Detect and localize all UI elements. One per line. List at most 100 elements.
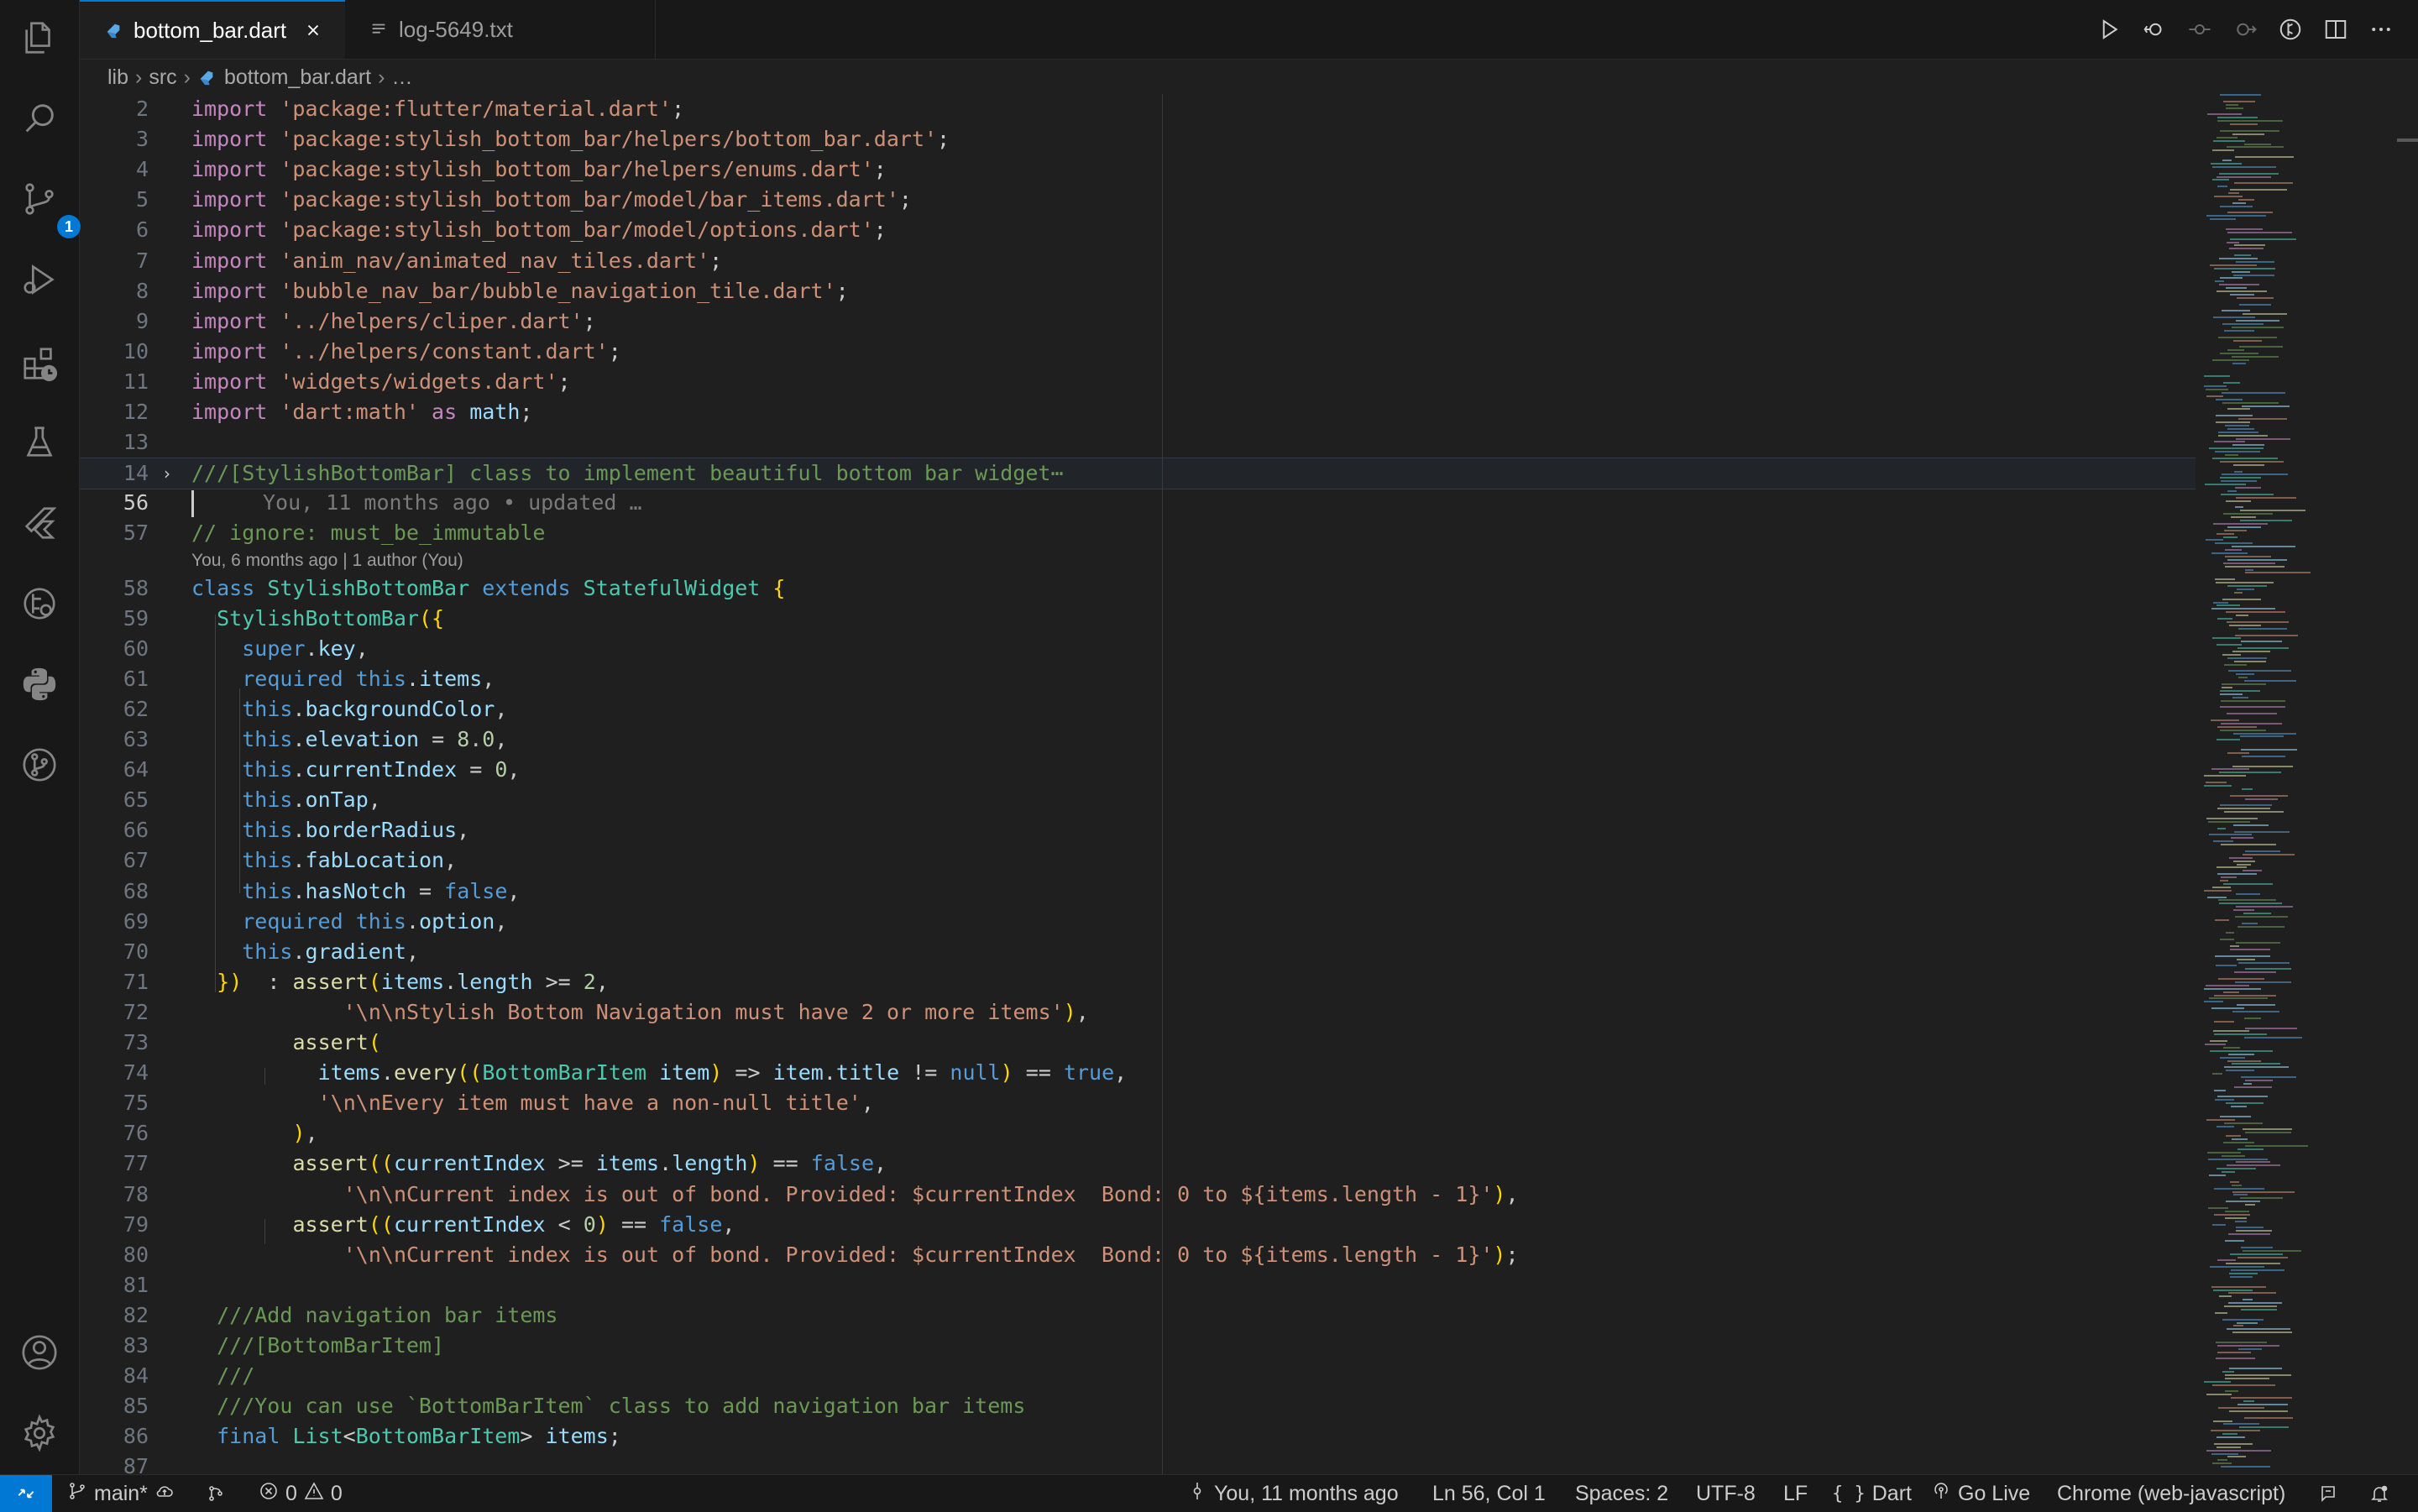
code-line[interactable]: 75 '\n\nEvery item must have a non-null …: [80, 1088, 2196, 1118]
go-live-button[interactable]: Go Live: [1931, 1475, 2030, 1512]
indentation[interactable]: Spaces: 2: [1575, 1475, 1668, 1512]
open-changes-icon[interactable]: [2138, 12, 2171, 47]
minimap-row: [2220, 129, 2279, 132]
code-line[interactable]: 69 required this.option,: [80, 907, 2196, 937]
code-line[interactable]: 65 this.onTap,: [80, 785, 2196, 815]
code-line[interactable]: 64 this.currentIndex = 0,: [80, 755, 2196, 785]
minimap-row: [2232, 362, 2246, 364]
breadcrumb-file[interactable]: bottom_bar.dart: [224, 65, 371, 90]
minimap-row: [2220, 353, 2258, 355]
source-control-icon[interactable]: 1: [18, 178, 81, 238]
code-line[interactable]: 68 this.hasNotch = false,: [80, 876, 2196, 907]
code-line[interactable]: 58 class StylishBottomBar extends Statefu…: [80, 573, 2196, 604]
code-line[interactable]: 2 import 'package:flutter/material.dart';: [80, 94, 2196, 124]
code-line[interactable]: 85 ///You can use `BottomBarItem` class …: [80, 1391, 2196, 1421]
code-line[interactable]: 11 import 'widgets/widgets.dart';: [80, 367, 2196, 397]
code-line[interactable]: 71 }) : assert(items.length >= 2,: [80, 967, 2196, 997]
python-icon[interactable]: [18, 663, 60, 705]
code-line[interactable]: 80 '\n\nCurrent index is out of bond. Pr…: [80, 1240, 2196, 1270]
code-line[interactable]: 4 import 'package:stylish_bottom_bar/help…: [80, 154, 2196, 185]
run-debug-icon[interactable]: [18, 259, 60, 301]
code-line[interactable]: 74 items.every((BottomBarItem item) => i…: [80, 1058, 2196, 1088]
git-blame-status[interactable]: You, 11 months ago: [1187, 1475, 1399, 1512]
code-line[interactable]: 14 › ///[StylishBottomBar] class to implem…: [80, 458, 2196, 490]
timeline-icon[interactable]: [18, 583, 60, 625]
minimap-row: [2226, 611, 2285, 614]
code-line[interactable]: 66 this.borderRadius,: [80, 815, 2196, 845]
code-line[interactable]: 82 ///Add navigation bar items: [80, 1300, 2196, 1331]
settings-gear-icon[interactable]: [18, 1412, 60, 1454]
code-line[interactable]: 72 '\n\nStylish Bottom Navigation must h…: [80, 997, 2196, 1028]
tab-log-file[interactable]: log-5649.txt: [345, 0, 656, 59]
feedback-icon[interactable]: [2319, 1475, 2339, 1512]
problems-indicator[interactable]: 0 0: [259, 1475, 343, 1512]
code-line[interactable]: 7 import 'anim_nav/animated_nav_tiles.dar…: [80, 246, 2196, 276]
flutter-icon[interactable]: [18, 502, 60, 544]
minimap-row: [2218, 434, 2268, 437]
code-line[interactable]: 6 import 'package:stylish_bottom_bar/mode…: [80, 215, 2196, 245]
code-line[interactable]: 12 import 'dart:math' as math;: [80, 397, 2196, 427]
previous-change-icon[interactable]: [2183, 12, 2216, 47]
code-line[interactable]: 60 super.key,: [80, 634, 2196, 664]
line-text: import 'dart:math' as math;: [191, 400, 533, 424]
breadcrumb-symbol[interactable]: …: [391, 65, 412, 90]
minimap-row: [2223, 1142, 2254, 1143]
code-line[interactable]: 13: [80, 427, 2196, 458]
code-line[interactable]: 5 import 'package:stylish_bottom_bar/mode…: [80, 185, 2196, 215]
branch-indicator[interactable]: main*: [67, 1475, 175, 1512]
breadcrumb-src[interactable]: src: [149, 65, 176, 90]
code-line[interactable]: 81: [80, 1270, 2196, 1300]
code-line[interactable]: 61 required this.items,: [80, 664, 2196, 694]
cursor-position[interactable]: Ln 56, Col 1: [1432, 1475, 1546, 1512]
explorer-icon[interactable]: [18, 17, 60, 59]
code-line[interactable]: 3 import 'package:stylish_bottom_bar/help…: [80, 124, 2196, 154]
code-line[interactable]: 77 assert((currentIndex >= items.length)…: [80, 1148, 2196, 1179]
fold-chevron-icon[interactable]: ›: [164, 458, 170, 489]
scrollbar-thumb[interactable]: [2397, 139, 2418, 142]
code-line[interactable]: 10 import '../helpers/constant.dart';: [80, 337, 2196, 367]
code-line[interactable]: 70 this.gradient,: [80, 937, 2196, 967]
split-editor-icon[interactable]: [2319, 12, 2353, 47]
code-line[interactable]: 83 ///[BottomBarItem]: [80, 1331, 2196, 1361]
extensions-icon[interactable]: [18, 343, 60, 385]
device-selector[interactable]: Chrome (web-javascript): [2057, 1475, 2285, 1512]
next-change-icon[interactable]: [2228, 12, 2262, 47]
breadcrumb-lib[interactable]: lib: [107, 65, 128, 90]
code-line[interactable]: 79 assert((currentIndex < 0) == false,: [80, 1210, 2196, 1240]
code-line[interactable]: 59 StylishBottomBar({: [80, 604, 2196, 634]
code-line[interactable]: 9 import '../helpers/cliper.dart';: [80, 306, 2196, 337]
code-line[interactable]: 73 assert(: [80, 1028, 2196, 1058]
code-editor[interactable]: 2 import 'package:flutter/material.dart';…: [80, 94, 2196, 1478]
tab-bottom-bar-dart[interactable]: bottom_bar.dart: [80, 0, 345, 59]
minimap-row: [2237, 1404, 2288, 1405]
minimap-row: [2204, 987, 2261, 990]
account-icon[interactable]: [18, 1332, 60, 1373]
code-line[interactable]: 67 this.fabLocation,: [80, 845, 2196, 876]
code-line[interactable]: 86 final List<BottomBarItem> items;: [80, 1421, 2196, 1452]
notifications-bell-icon[interactable]: [2369, 1475, 2389, 1512]
code-line[interactable]: 76 ),: [80, 1118, 2196, 1148]
code-line[interactable]: 8 import 'bubble_nav_bar/bubble_navigatio…: [80, 276, 2196, 306]
codelens-blame[interactable]: You, 6 months ago | 1 author (You): [191, 551, 463, 571]
minimap-row: [2222, 653, 2241, 656]
minimap[interactable]: [2196, 94, 2397, 1474]
git-graph-icon[interactable]: [18, 744, 60, 786]
language-mode[interactable]: { } Dart: [1832, 1475, 1912, 1512]
code-line[interactable]: 84 ///: [80, 1361, 2196, 1391]
search-icon[interactable]: [18, 97, 60, 139]
end-of-line[interactable]: LF: [1783, 1475, 1808, 1512]
encoding[interactable]: UTF-8: [1696, 1475, 1756, 1512]
code-line[interactable]: 63 this.elevation = 8.0,: [80, 725, 2196, 755]
git-compare-icon[interactable]: [2274, 12, 2307, 47]
code-line[interactable]: 56 You, 11 months ago • updated …: [80, 488, 2196, 518]
close-tab-icon[interactable]: [301, 18, 325, 42]
run-icon[interactable]: [2092, 12, 2126, 47]
testing-icon[interactable]: [18, 421, 60, 463]
remote-indicator[interactable]: [0, 1475, 52, 1512]
code-line[interactable]: 78 '\n\nCurrent index is out of bond. Pr…: [80, 1180, 2196, 1210]
more-actions-icon[interactable]: [2364, 12, 2398, 47]
git-graph-status-icon[interactable]: [207, 1475, 227, 1512]
code-line[interactable]: 57 // ignore: must_be_immutable: [80, 518, 2196, 548]
code-line[interactable]: 62 this.backgroundColor,: [80, 694, 2196, 725]
minimap-row: [2211, 1452, 2238, 1455]
